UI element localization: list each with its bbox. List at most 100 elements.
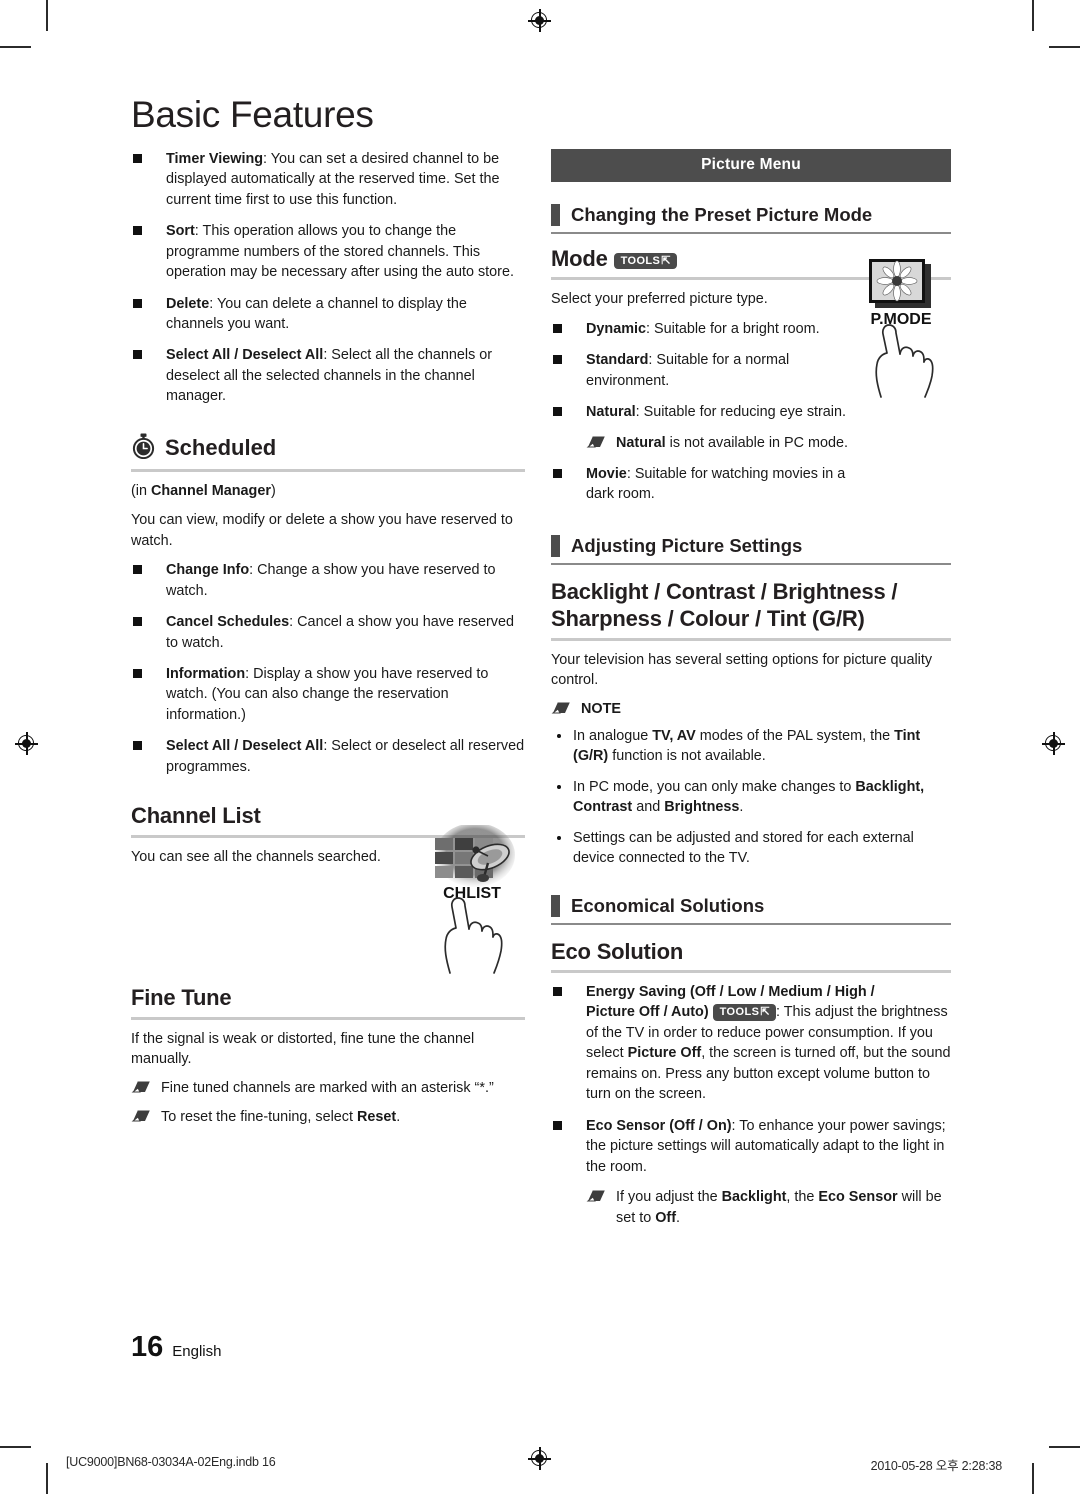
bullet-term: Movie (586, 465, 627, 482)
scheduled-subtitle: (in Channel Manager) (131, 481, 525, 501)
clock-icon (131, 433, 156, 464)
divider (551, 562, 951, 565)
bullet-term: Select All / Deselect All (166, 738, 324, 755)
pencil-icon (131, 1108, 153, 1124)
divider (131, 1016, 526, 1020)
registration-mark-left (15, 732, 38, 755)
channel-list-section: Channel List You can see all the channel… (131, 803, 526, 975)
list-item: In PC mode, you can only make changes to… (551, 777, 951, 818)
list-item: Natural: Suitable for reducing eye strai… (551, 402, 851, 422)
list-item: Energy Saving (Off / Low / Medium / High… (551, 982, 951, 1105)
crop-mark-top-right-h (1049, 46, 1080, 48)
bullet-text: : You can delete a channel to display th… (166, 295, 467, 333)
right-column: Picture Menu Changing the Preset Picture… (551, 148, 951, 1236)
two-column-body: Timer Viewing: You can set a desired cha… (131, 148, 951, 1236)
page-language: English (172, 1343, 222, 1360)
note-bold: Off (655, 1209, 677, 1226)
note-bold: Brightness (664, 799, 740, 816)
page-content: Basic Features Timer Viewing: You can se… (131, 94, 951, 1236)
bullet-term: Information (166, 666, 246, 682)
note-bold: Natural (616, 434, 666, 451)
tools-badge[interactable]: TOOLS⇱ (613, 252, 677, 270)
fine-tune-heading: Fine Tune (131, 985, 232, 1011)
bullet-term: Standard (586, 352, 649, 369)
picture-settings-body: Your television has several setting opti… (551, 651, 933, 688)
heading-label: Changing the Preset Picture Mode (571, 203, 873, 225)
eco-sensor-note: If you adjust the Backlight, the Eco Sen… (586, 1187, 951, 1228)
bullet-term: Eco Sensor (Off / On) (586, 1117, 732, 1134)
note-text-end: . (396, 1108, 401, 1125)
bullet-term: Change Info (166, 562, 250, 579)
list-item: Information: Display a show you have res… (131, 664, 525, 725)
fine-tune-body: If the signal is weak or distorted, fine… (131, 1030, 475, 1067)
crop-mark-bottom-left-v (46, 1463, 48, 1494)
print-footer-right: 2010-05-28 오후 2:28:38 (870, 1459, 1003, 1473)
list-item: Dynamic: Suitable for a bright room. (551, 319, 851, 339)
pencil-icon (586, 434, 608, 450)
channel-manager-bullets: Timer Viewing: You can set a desired cha… (131, 149, 525, 407)
crop-mark-bottom-right-h (1049, 1446, 1080, 1448)
note-part: , the (786, 1189, 819, 1206)
mode-text-block: Select your preferred picture type. Dyna… (551, 289, 851, 505)
eco-bullets: Energy Saving (Off / Low / Medium / High… (551, 982, 951, 1177)
list-item: Select All / Deselect All: Select all th… (131, 345, 525, 406)
subtitle-prefix: (in (131, 482, 151, 499)
bullet-text: : Suitable for a bright room. (646, 320, 820, 337)
note-bullets: In analogue TV, AV modes of the PAL syst… (551, 726, 951, 869)
heading-label: Adjusting Picture Settings (571, 534, 803, 556)
subtitle-bold: Channel Manager (151, 482, 271, 499)
note-label: NOTE (581, 701, 622, 718)
tools-arrow-icon: ⇱ (760, 1006, 770, 1019)
chlist-key-graphic: CHLIST (420, 823, 525, 980)
note-bold: Eco Sensor (818, 1189, 898, 1206)
economical-solutions-heading: Economical Solutions (551, 894, 951, 923)
page-title: Basic Features (131, 94, 374, 135)
subheading-line-2: Sharpness / Colour / Tint (G/R) (551, 605, 865, 631)
picture-menu-banner: Picture Menu (551, 148, 951, 182)
fine-tune-note-2: To reset the fine-tuning, select Reset. (131, 1107, 525, 1127)
tools-badge[interactable]: TOOLS⇱ (712, 1004, 776, 1022)
list-item: In analogue TV, AV modes of the PAL syst… (551, 726, 951, 767)
registration-mark-bottom (528, 1447, 551, 1470)
bullet-bold-a: Picture Off (627, 1045, 702, 1062)
list-item: Change Info: Change a show you have rese… (131, 560, 525, 601)
mode-intro: Select your preferred picture type. (551, 291, 768, 308)
registration-mark-top (528, 9, 551, 32)
bullet-term: Delete (166, 295, 210, 312)
tools-badge-label: TOOLS (719, 1006, 760, 1019)
note-label-row: NOTE (551, 699, 951, 719)
preset-picture-mode-heading: Changing the Preset Picture Mode (551, 203, 951, 232)
bullet-text: : This operation allows you to change th… (166, 223, 514, 281)
bullet-term: Natural (586, 404, 636, 421)
divider (131, 468, 526, 472)
page-number: 16 (131, 1331, 164, 1363)
registration-mark-right (1042, 732, 1065, 755)
list-item: Select All / Deselect All: Select or des… (131, 736, 525, 777)
fine-tune-section: Fine Tune If the signal is weak or disto… (131, 985, 526, 1127)
subheading-line-1: Backlight / Contrast / Brightness / (551, 578, 898, 604)
tools-arrow-icon: ⇱ (661, 254, 671, 267)
bullet-term: Dynamic (586, 320, 647, 337)
adjusting-picture-settings-heading: Adjusting Picture Settings (551, 534, 951, 563)
left-column: Timer Viewing: You can set a desired cha… (131, 149, 526, 1135)
mode-bullets-cont: Movie: Suitable for watching movies in a… (551, 464, 851, 505)
mode-bullets: Dynamic: Suitable for a bright room. Sta… (551, 319, 851, 423)
print-footer-left: [UC9000]BN68-03034A-02Eng.indb 16 (66, 1455, 276, 1469)
scheduled-heading-label: Scheduled (165, 435, 277, 461)
pencil-icon (551, 700, 573, 716)
subtitle-suffix: ) (270, 482, 276, 499)
bullet-term: Timer Viewing (166, 150, 264, 167)
note-part: In PC mode, you can only make changes to (573, 778, 856, 795)
list-item: Movie: Suitable for watching movies in a… (551, 464, 851, 505)
list-item: Timer Viewing: You can set a desired cha… (131, 149, 525, 210)
manual-page: Basic Features Timer Viewing: You can se… (0, 0, 1080, 1494)
note-part: and (632, 799, 665, 816)
fine-tune-note-1: Fine tuned channels are marked with an a… (131, 1078, 525, 1098)
mode-subsection: Mode TOOLS⇱ Select your preferred pictur… (551, 246, 951, 505)
list-item: Eco Sensor (Off / On): To enhance your p… (551, 1116, 951, 1177)
note-text: is not available in PC mode. (665, 434, 849, 451)
picture-settings-subheading: Backlight / Contrast / Brightness / Shar… (551, 579, 951, 638)
tools-badge-label: TOOLS (620, 254, 661, 267)
svg-text:P.MODE: P.MODE (870, 311, 931, 328)
scheduled-intro: You can view, modify or delete a show yo… (131, 512, 513, 549)
